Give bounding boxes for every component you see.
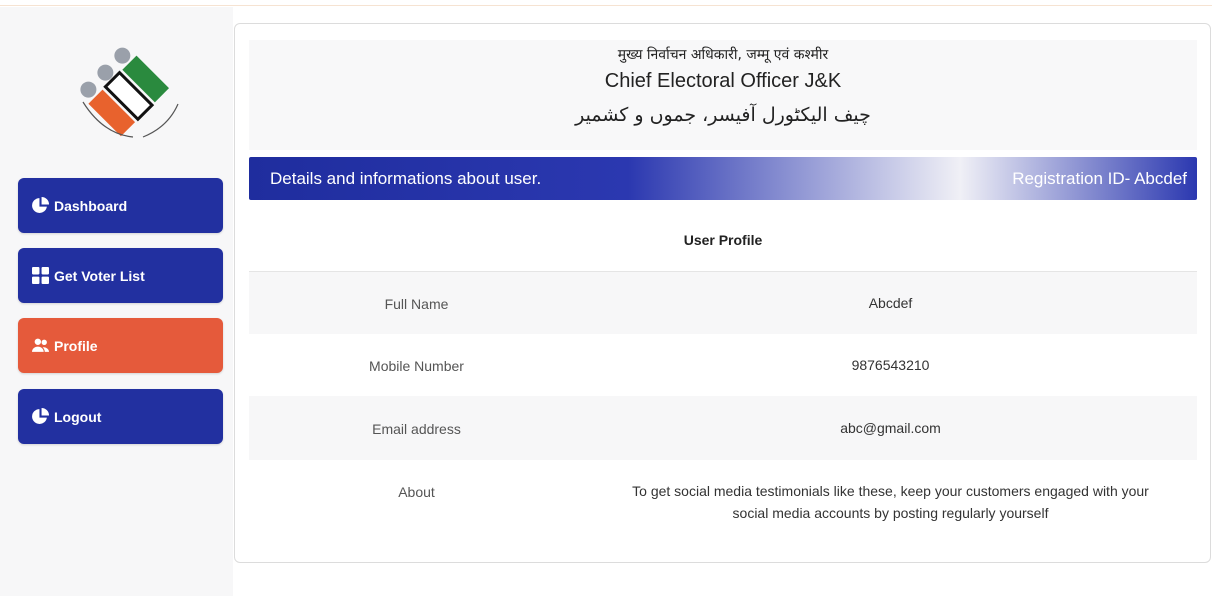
sidebar-item-label: Profile [54,337,98,354]
registration-id: Registration ID- Abcdef [1012,169,1187,188]
sidebar-item-label: Logout [54,408,102,425]
office-header: मुख्य निर्वाचन अधिकारी, जम्मू एवं कश्मीर… [249,40,1197,150]
users-icon [32,337,49,354]
details-banner: Details and informations about user. Reg… [249,157,1197,200]
grid-icon [32,267,49,284]
table-row: Email address abc@gmail.com [249,396,1197,460]
sidebar-item-logout[interactable]: Logout [18,389,223,444]
banner-description: Details and informations about user. [270,169,542,188]
row-label: Mobile Number [369,358,464,374]
pie-chart-icon [32,408,49,425]
eci-logo [73,42,183,140]
table-row: About To get social media testimonials l… [249,460,1197,545]
sidebar-item-profile[interactable]: Profile [18,318,223,373]
pie-chart-icon [32,197,49,214]
user-profile-title: User Profile [683,232,763,248]
header-urdu: چیف الیکٹورل آفیسر، جموں و کشمیر [575,104,871,126]
row-label: Full Name [384,296,449,312]
header-hindi: मुख्य निर्वाचन अधिकारी, जम्मू एवं कश्मीर [617,47,829,63]
sidebar-item-get-voter-list[interactable]: Get Voter List [18,248,223,303]
row-value: Abcdef [868,295,913,311]
top-border [0,0,1212,6]
table-row: Full Name Abcdef [249,272,1197,334]
row-value: To get social media testimonials like th… [632,483,1149,521]
table-row: Mobile Number 9876543210 [249,334,1197,396]
sidebar-item-label: Get Voter List [54,267,145,284]
row-label: Email address [372,421,461,437]
header-english: Chief Electoral Officer J&K [604,70,842,92]
row-label: About [398,484,435,500]
row-value: 9876543210 [851,357,930,373]
sidebar-item-label: Dashboard [54,197,128,214]
sidebar-item-dashboard[interactable]: Dashboard [18,178,223,233]
row-value: abc@gmail.com [840,420,941,436]
